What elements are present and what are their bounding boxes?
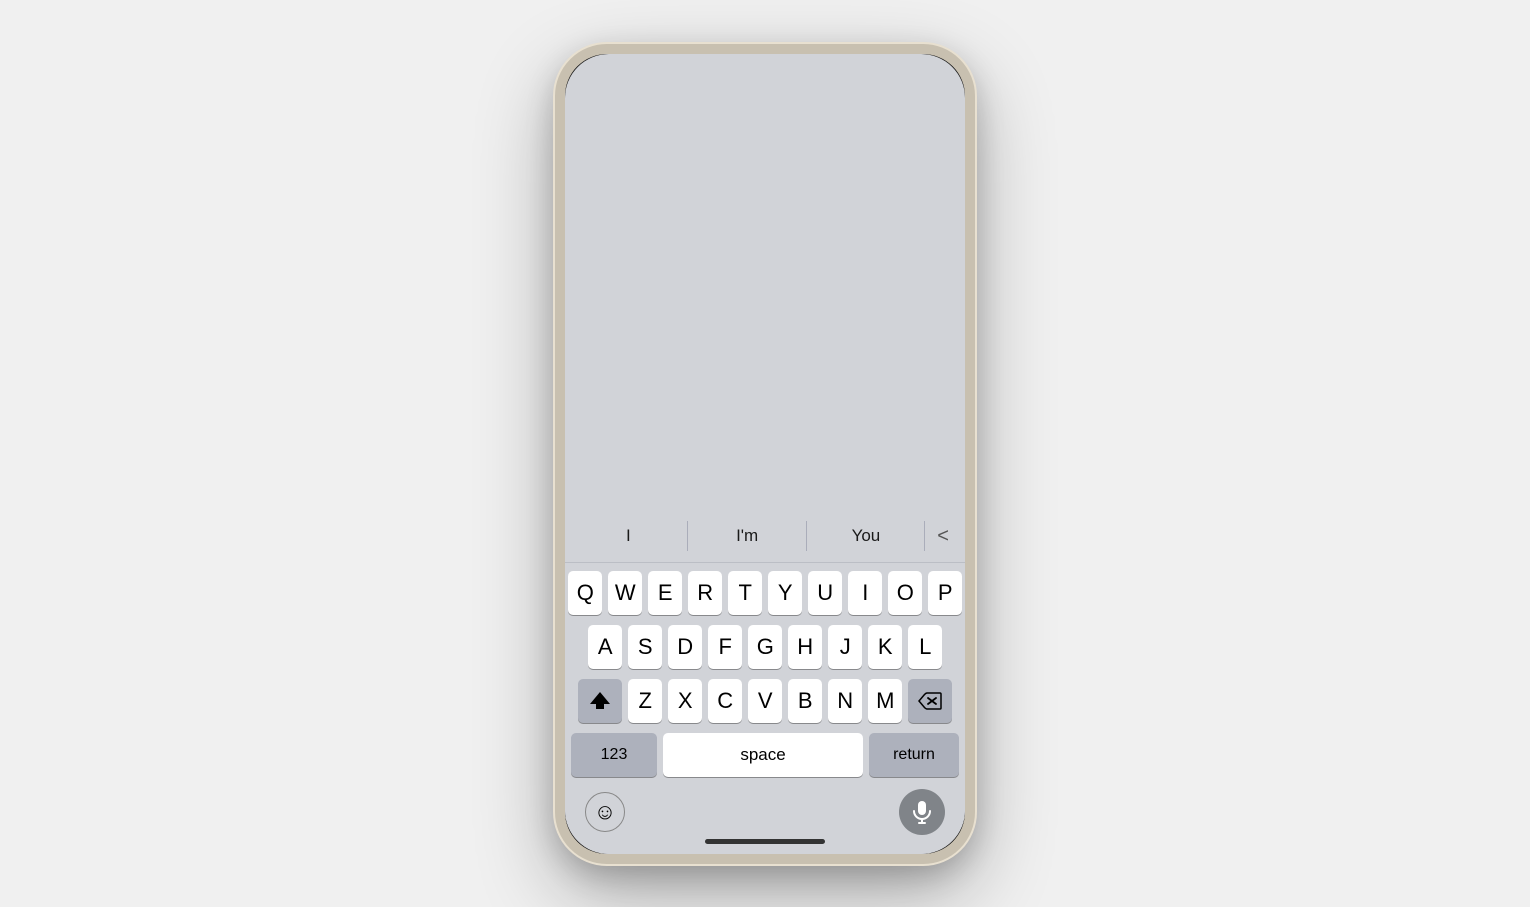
- system-bar: ☺: [565, 781, 965, 839]
- home-bar: [705, 839, 825, 844]
- key-r[interactable]: R: [688, 571, 722, 615]
- key-y[interactable]: Y: [768, 571, 802, 615]
- numbers-key[interactable]: 123: [571, 733, 657, 777]
- delete-key[interactable]: [908, 679, 952, 723]
- phone-wrapper: I I'm You < Q W E R: [555, 44, 975, 864]
- key-i[interactable]: I: [848, 571, 882, 615]
- phone-screen: I I'm You < Q W E R: [565, 54, 965, 854]
- key-f[interactable]: F: [708, 625, 742, 669]
- key-p[interactable]: P: [928, 571, 962, 615]
- keyboard: Q W E R T Y U I O P A S D F G: [565, 563, 965, 781]
- phone-frame: I I'm You < Q W E R: [555, 44, 975, 864]
- return-key[interactable]: return: [869, 733, 959, 777]
- key-a[interactable]: A: [588, 625, 622, 669]
- key-u[interactable]: U: [808, 571, 842, 615]
- space-key[interactable]: space: [663, 733, 863, 777]
- key-l[interactable]: L: [908, 625, 942, 669]
- key-j[interactable]: J: [828, 625, 862, 669]
- mic-button[interactable]: [899, 789, 945, 835]
- key-c[interactable]: C: [708, 679, 742, 723]
- emoji-icon: ☺: [594, 799, 616, 825]
- keyboard-row-3: Z X C V B N M: [568, 679, 962, 723]
- key-h[interactable]: H: [788, 625, 822, 669]
- key-s[interactable]: S: [628, 625, 662, 669]
- key-m[interactable]: M: [868, 679, 902, 723]
- autocomplete-bar: I I'm You <: [565, 511, 965, 563]
- keyboard-bottom-row: 123 space return: [568, 733, 962, 777]
- keyboard-row-1: Q W E R T Y U I O P: [568, 571, 962, 615]
- key-w[interactable]: W: [608, 571, 642, 615]
- home-indicator: [565, 839, 965, 854]
- key-q[interactable]: Q: [568, 571, 602, 615]
- key-n[interactable]: N: [828, 679, 862, 723]
- key-v[interactable]: V: [748, 679, 782, 723]
- key-z[interactable]: Z: [628, 679, 662, 723]
- key-e[interactable]: E: [648, 571, 682, 615]
- key-k[interactable]: K: [868, 625, 902, 669]
- emoji-button[interactable]: ☺: [585, 792, 625, 832]
- key-t[interactable]: T: [728, 571, 762, 615]
- autocomplete-you[interactable]: You: [807, 511, 926, 562]
- key-b[interactable]: B: [788, 679, 822, 723]
- key-o[interactable]: O: [888, 571, 922, 615]
- key-g[interactable]: G: [748, 625, 782, 669]
- shift-key[interactable]: [578, 679, 622, 723]
- autocomplete-collapse[interactable]: <: [925, 525, 961, 548]
- key-x[interactable]: X: [668, 679, 702, 723]
- keyboard-row-2: A S D F G H J K L: [568, 625, 962, 669]
- autocomplete-im[interactable]: I'm: [688, 511, 807, 562]
- mic-icon: [912, 800, 932, 824]
- autocomplete-i[interactable]: I: [569, 511, 688, 562]
- key-d[interactable]: D: [668, 625, 702, 669]
